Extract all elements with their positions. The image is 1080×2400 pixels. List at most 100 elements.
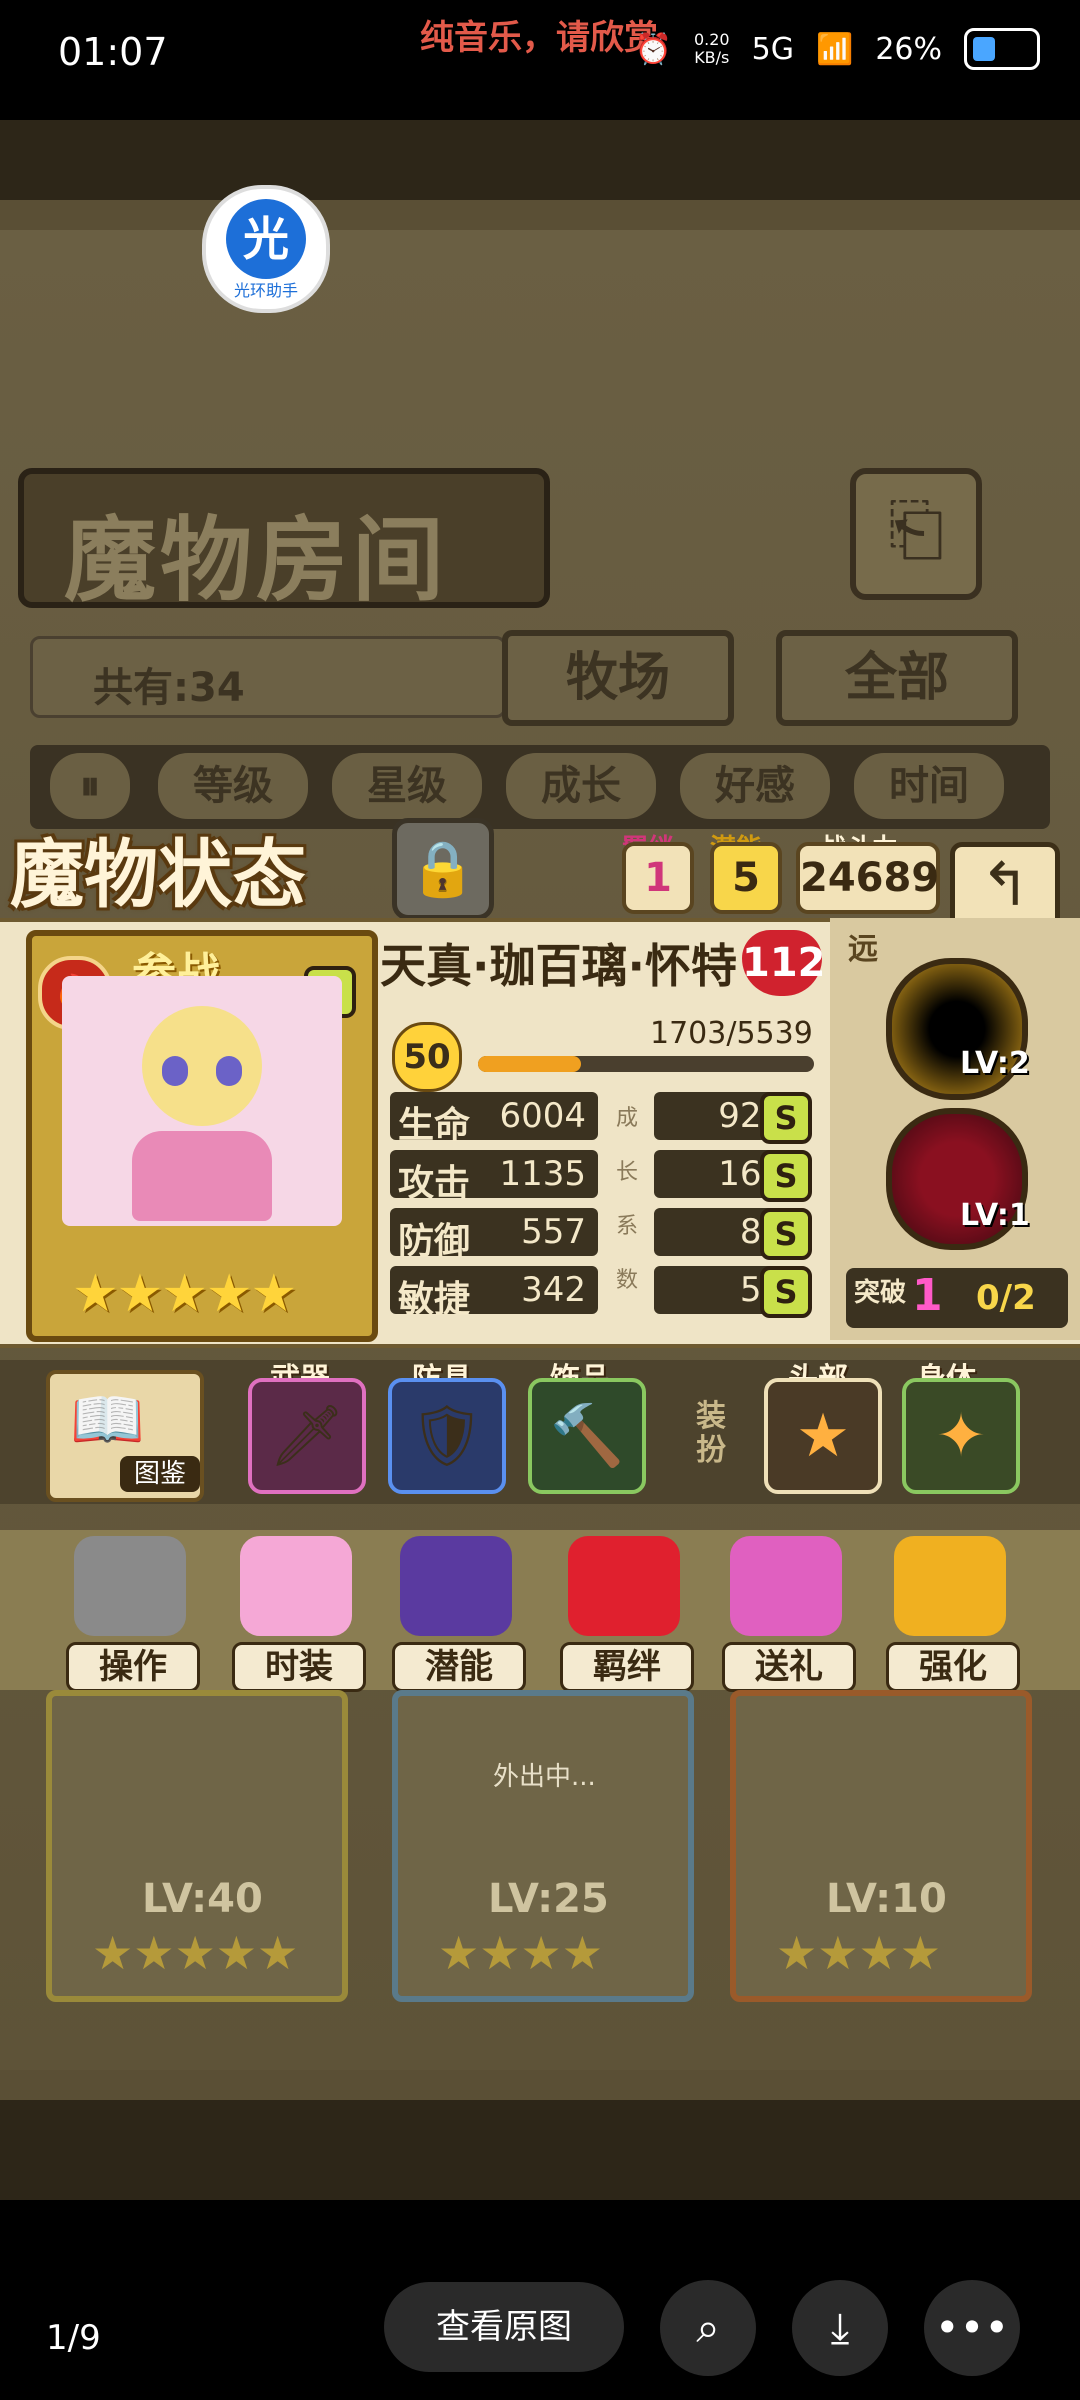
- sort-order-icon: ⏸: [80, 763, 100, 809]
- action-gift[interactable]: 送礼: [716, 1536, 856, 1692]
- action-operate[interactable]: 操作: [60, 1536, 200, 1692]
- music-notification: 纯音乐，请欣赏: [420, 18, 658, 58]
- wand-icon: 🔨: [549, 1401, 625, 1471]
- character-portrait: [62, 976, 342, 1226]
- action-potential[interactable]: 潜能: [386, 1536, 526, 1692]
- monster-stars: ★★★★★: [92, 1926, 299, 1980]
- monster-level: LV:25: [488, 1876, 609, 1922]
- action-bar: 操作 时装 潜能 羁绊 送礼 强化: [0, 1530, 1080, 1692]
- stat-row-hp: 生命 6004: [390, 1092, 598, 1146]
- character-card[interactable]: 🔥 参战 S ★★★★★: [26, 930, 378, 1342]
- gift-icon: [730, 1536, 842, 1636]
- sort-growth[interactable]: 成长: [506, 753, 656, 819]
- sort-level[interactable]: 等级: [158, 753, 308, 819]
- shield-icon: 🛡: [408, 1401, 486, 1471]
- stat-row-agi: 敏捷 342: [390, 1266, 598, 1320]
- back-arrow-icon: ↰: [979, 850, 1031, 920]
- stat-value: 1135: [499, 1154, 586, 1194]
- helper-badge[interactable]: 光 光环助手: [202, 185, 330, 313]
- grade-badge: S: [760, 1266, 812, 1318]
- action-label: 时装: [232, 1642, 366, 1692]
- star-body-icon: ✦: [935, 1401, 987, 1471]
- wifi-icon: 📶: [815, 31, 854, 67]
- status-title-text: 魔物状态: [10, 832, 306, 918]
- exp-fill: [478, 1056, 582, 1072]
- armor-slot[interactable]: 🛡: [388, 1378, 506, 1494]
- dress-label: 装扮: [696, 1399, 726, 1468]
- stat-value: 6004: [499, 1096, 586, 1136]
- scan-search-icon: ⌕: [696, 2303, 720, 2352]
- growth-label-char: 数: [616, 1268, 639, 1293]
- clothes-icon: [240, 1536, 352, 1636]
- grade-badge: S: [760, 1150, 812, 1202]
- portrait-eye-right: [216, 1056, 242, 1086]
- tab-ranch[interactable]: 牧场: [502, 630, 734, 726]
- skill-column: 远 LV:2 LV:1 突破 1 0/2: [830, 918, 1080, 1340]
- monster-card[interactable]: LV:10 ★★★★: [730, 1690, 1032, 2002]
- exp-bar: [478, 1056, 814, 1072]
- exp-text: 1703/5539: [650, 1016, 813, 1051]
- lock-button[interactable]: 🔒: [392, 818, 494, 920]
- helper-label: 光环助手: [233, 281, 298, 300]
- sort-star[interactable]: 星级: [332, 753, 482, 819]
- bond-value: 1: [622, 842, 694, 914]
- grade-badge: S: [760, 1092, 812, 1144]
- action-label: 潜能: [392, 1642, 526, 1692]
- stat-value: 342: [521, 1270, 586, 1310]
- page-indicator: 1/9: [46, 2318, 101, 2358]
- level-badge: 50: [392, 1022, 462, 1092]
- battery-text: 26%: [875, 31, 942, 67]
- scan-search-button[interactable]: ⌕: [660, 2280, 756, 2376]
- tab-all[interactable]: 全部: [776, 630, 1018, 726]
- break-through-box[interactable]: 突破 1 0/2: [846, 1268, 1068, 1328]
- growth-label-char: 成: [616, 1106, 639, 1131]
- net-speed: 0.20 KB/s: [694, 31, 730, 67]
- hearts-icon: [568, 1536, 680, 1636]
- download-button[interactable]: ⤓: [792, 2280, 888, 2376]
- portrait-eye-left: [162, 1056, 188, 1086]
- growth-label-char: 长: [616, 1160, 639, 1185]
- grade-badge: S: [760, 1208, 812, 1260]
- demon-icon: [400, 1536, 512, 1636]
- monster-level: LV:10: [826, 1876, 947, 1922]
- weapon-slot[interactable]: 🗡: [248, 1378, 366, 1494]
- encyclopedia-label: 图鉴: [120, 1456, 200, 1492]
- helper-icon: 光: [226, 199, 306, 279]
- action-label: 送礼: [722, 1642, 856, 1692]
- view-original-button[interactable]: 查看原图: [384, 2282, 624, 2372]
- exit-icon: ⎗: [888, 488, 944, 570]
- sort-time[interactable]: 时间: [854, 753, 1004, 819]
- sort-order-button[interactable]: ⏸: [50, 753, 130, 819]
- action-fashion[interactable]: 时装: [226, 1536, 366, 1692]
- stat-row-def: 防御 557: [390, 1208, 598, 1262]
- monster-count: 共有:34: [30, 636, 506, 718]
- clock: 01:07: [58, 30, 168, 74]
- monster-card[interactable]: 外出中... LV:25 ★★★★: [392, 1690, 694, 2002]
- action-bond[interactable]: 羁绊: [554, 1536, 694, 1692]
- stat-name: 敏捷: [398, 1279, 471, 1320]
- break-label: 突破: [854, 1278, 907, 1308]
- star-head-icon: ★: [796, 1401, 850, 1471]
- portrait-body: [132, 1131, 272, 1221]
- stat-name: 生命: [398, 1105, 471, 1146]
- room-title-text: 魔物房间: [64, 507, 449, 614]
- monster-card[interactable]: LV:40 ★★★★★: [46, 1690, 348, 2002]
- break-progress: 0/2: [976, 1278, 1036, 1318]
- head-slot[interactable]: ★: [764, 1378, 882, 1494]
- exit-button[interactable]: ⎗: [850, 468, 982, 600]
- sort-affection[interactable]: 好感: [680, 753, 830, 819]
- character-name: 天真·珈百璃·怀特: [380, 939, 737, 993]
- up-arrows-icon: [894, 1536, 1006, 1636]
- action-label: 强化: [886, 1642, 1020, 1692]
- gear-icon: [74, 1536, 186, 1636]
- action-enhance[interactable]: 强化: [880, 1536, 1020, 1692]
- monster-stars: ★★★★: [438, 1926, 603, 1980]
- range-tag: 远: [848, 932, 878, 967]
- skill2-level: LV:1: [960, 1198, 1030, 1233]
- more-icon: •••: [934, 2303, 1010, 2352]
- accessory-slot[interactable]: 🔨: [528, 1378, 646, 1494]
- encyclopedia-button[interactable]: 📖 图鉴: [46, 1370, 204, 1502]
- more-button[interactable]: •••: [924, 2280, 1020, 2376]
- body-slot[interactable]: ✦: [902, 1378, 1020, 1494]
- lock-icon: 🔒: [409, 837, 477, 900]
